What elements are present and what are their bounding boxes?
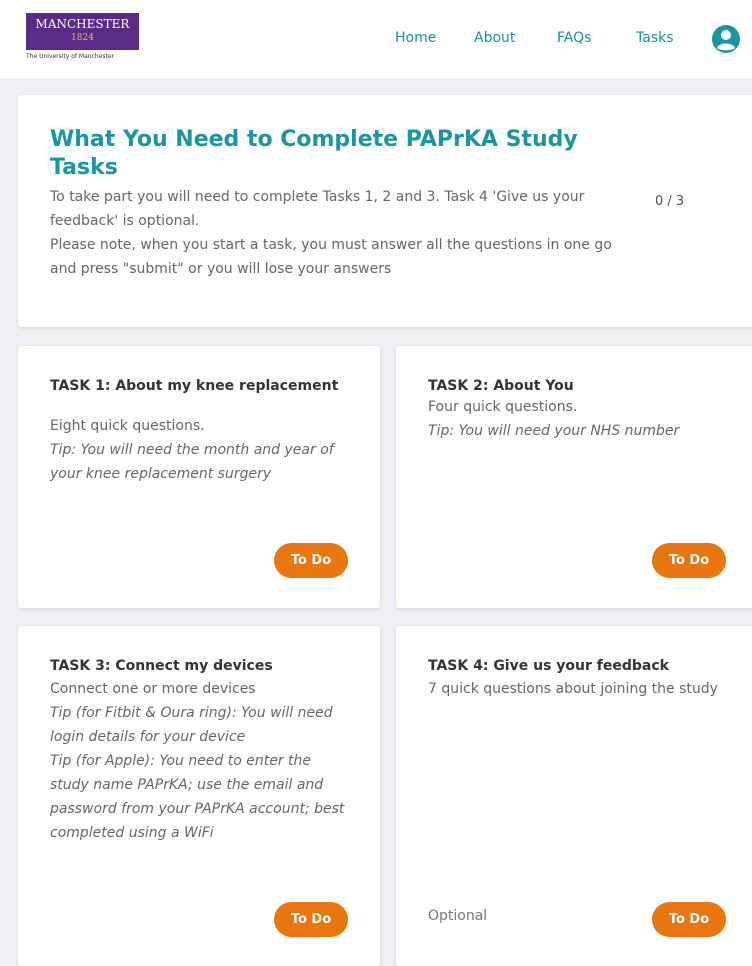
study-tasks-summary-card: What You Need to Complete PAPrKA Study T… (18, 95, 752, 327)
summary-instructions: To take part you will need to complete T… (50, 185, 630, 281)
logo-subtitle: The University of Manchester (26, 53, 115, 60)
task-tip: Tip: You will need your NHS number (428, 423, 680, 439)
page-title: What You Need to Complete PAPrKA Study T… (50, 127, 578, 180)
task-3-todo-button[interactable]: To Do (274, 902, 348, 937)
task-description: Eight quick questions. (50, 418, 205, 434)
instructions-line-2: Please note, when you start a task, you … (50, 237, 612, 277)
task-card-3: TASK 3: Connect my devices Connect one o… (18, 626, 380, 966)
task-title: TASK 3: Connect my devices (50, 658, 273, 674)
university-logo[interactable]: MANCHESTER 1824 (26, 13, 139, 50)
task-description: 7 quick questions about joining the stud… (428, 681, 718, 697)
instructions-line-1: To take part you will need to complete T… (50, 189, 585, 229)
task-title: TASK 1: About my knee replacement (50, 378, 339, 394)
account-icon[interactable] (711, 24, 741, 54)
task-tip: Tip: You will need the month and year of… (50, 442, 334, 482)
task-title: TASK 2: About You (428, 378, 574, 394)
task-card-2: TASK 2: About You Four quick questions. … (396, 346, 752, 608)
task-tip-apple: Tip (for Apple): You need to enter the s… (50, 753, 345, 841)
nav-home-link[interactable]: Home (395, 30, 436, 46)
optional-label: Optional (428, 908, 488, 924)
task-title: TASK 4: Give us your feedback (428, 658, 669, 674)
top-navigation-bar: MANCHESTER 1824 The University of Manche… (0, 0, 752, 78)
task-tip-fitbit-oura: Tip (for Fitbit & Oura ring): You will n… (50, 705, 333, 745)
task-1-todo-button[interactable]: To Do (274, 543, 348, 578)
task-card-1: TASK 1: About my knee replacement Eight … (18, 346, 380, 608)
nav-about-link[interactable]: About (474, 30, 515, 46)
logo-year: 1824 (71, 33, 94, 43)
task-2-todo-button[interactable]: To Do (652, 543, 726, 578)
nav-faqs-link[interactable]: FAQs (557, 30, 591, 46)
task-description: Connect one or more devices (50, 681, 256, 697)
task-card-4: TASK 4: Give us your feedback 7 quick qu… (396, 626, 752, 966)
nav-tasks-link[interactable]: Tasks (636, 30, 674, 46)
tasks-progress-counter: 0 / 3 (655, 194, 685, 209)
logo-name: MANCHESTER (35, 17, 130, 31)
task-4-todo-button[interactable]: To Do (652, 902, 726, 937)
task-description: Four quick questions. (428, 399, 578, 415)
